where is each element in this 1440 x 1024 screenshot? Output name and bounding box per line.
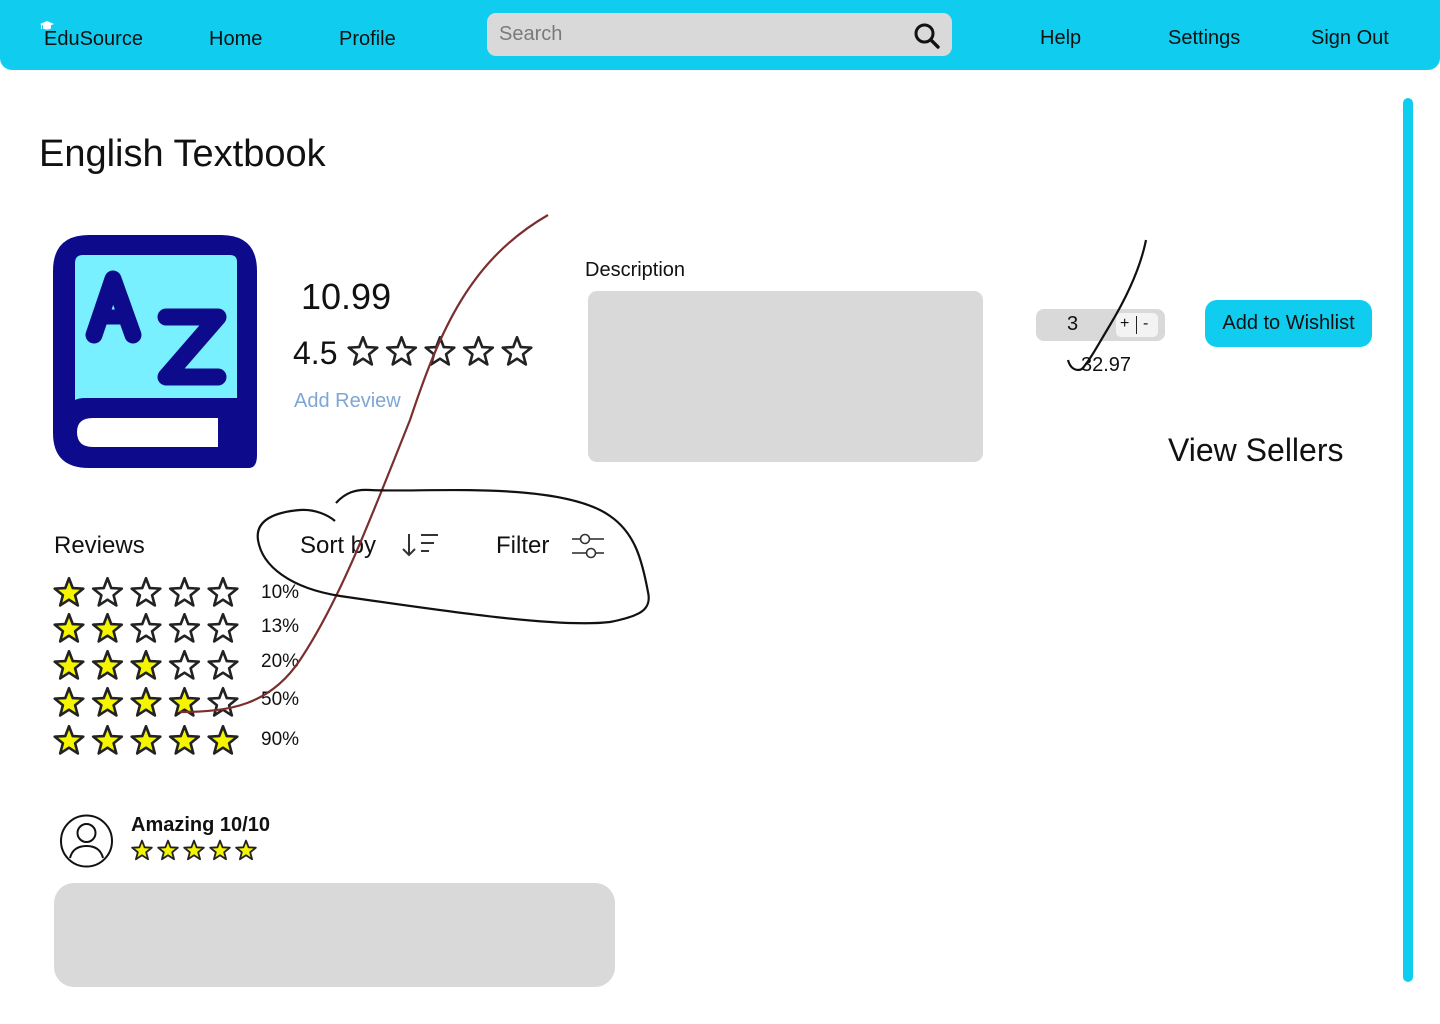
star-empty-icon <box>168 576 201 607</box>
star-filled-icon <box>53 612 85 643</box>
search-input[interactable] <box>487 13 899 56</box>
description-box <box>588 291 983 462</box>
star-filled-icon <box>130 649 162 680</box>
star-empty-icon <box>207 686 239 717</box>
rating-percent: 50% <box>261 689 300 710</box>
star-empty-icon <box>207 576 239 607</box>
rating-percent: 13% <box>261 616 300 637</box>
nav-home[interactable]: Home <box>209 27 262 51</box>
search-bar <box>487 13 952 56</box>
star-filled-icon <box>91 724 124 755</box>
description-label: Description <box>585 259 686 281</box>
star-empty-icon <box>207 649 239 680</box>
rating-percent: 90% <box>261 729 300 750</box>
view-sellers-link[interactable]: View Sellers <box>1168 431 1343 469</box>
quantity-value[interactable]: 3 <box>1067 312 1078 336</box>
star-filled-icon <box>157 839 179 861</box>
stars-graphic <box>131 839 257 861</box>
star-filled-icon <box>91 612 124 643</box>
filter-button[interactable]: Filter <box>496 532 549 560</box>
star-filled-icon <box>131 839 153 861</box>
rating-percent: 20% <box>261 651 300 672</box>
logo-text[interactable]: EduSource <box>44 27 143 51</box>
user-avatar-icon <box>60 814 113 868</box>
star-empty-icon <box>207 612 239 643</box>
sort-by-button[interactable]: Sort by <box>300 532 376 560</box>
star-filled-icon <box>91 649 124 680</box>
divider <box>1136 316 1137 334</box>
star-empty-icon <box>130 612 162 643</box>
page-title: English Textbook <box>39 133 326 175</box>
book-az-icon <box>53 235 257 468</box>
stars-graphic <box>53 686 239 717</box>
star-filled-icon <box>183 839 205 861</box>
star-empty-icon <box>168 612 201 643</box>
stars-graphic <box>53 612 239 643</box>
star-empty-icon <box>91 576 124 607</box>
nav-profile[interactable]: Profile <box>339 27 396 51</box>
rating-filter-row[interactable] <box>53 649 239 686</box>
scrollbar[interactable] <box>1403 98 1413 982</box>
star-filled-icon <box>53 724 85 755</box>
star-empty-icon <box>424 335 456 366</box>
rating-filter-row[interactable] <box>53 724 239 761</box>
rating-filter-row[interactable] <box>53 612 239 649</box>
star-filled-icon <box>91 686 124 717</box>
sliders-icon[interactable] <box>571 531 605 561</box>
star-filled-icon <box>53 686 85 717</box>
star-empty-icon <box>168 649 201 680</box>
quantity-plus-button[interactable]: + <box>1120 314 1129 334</box>
nav-sign-out[interactable]: Sign Out <box>1311 26 1389 50</box>
search-icon[interactable] <box>913 22 941 50</box>
star-empty-icon <box>385 335 418 366</box>
review-stars <box>131 839 257 866</box>
star-empty-icon <box>462 335 495 366</box>
review-text-box <box>54 883 615 987</box>
product-price: 10.99 <box>301 276 392 317</box>
star-filled-icon <box>53 649 85 680</box>
review-title: Amazing 10/10 <box>131 814 270 836</box>
star-filled-icon <box>130 686 162 717</box>
add-review-link[interactable]: Add Review <box>294 389 401 413</box>
add-to-wishlist-button[interactable]: Add to Wishlist <box>1205 300 1372 347</box>
stars-graphic <box>53 724 239 755</box>
star-filled-icon <box>207 724 239 755</box>
star-filled-icon <box>235 839 257 861</box>
star-empty-icon <box>130 576 162 607</box>
stars-graphic <box>53 649 239 680</box>
reviews-label: Reviews <box>54 532 145 559</box>
star-empty-icon <box>347 335 379 366</box>
rating-percent: 10% <box>261 582 300 603</box>
stars-graphic <box>53 576 239 607</box>
star-filled-icon <box>168 686 201 717</box>
nav-settings[interactable]: Settings <box>1168 26 1240 50</box>
rating-value: 4.5 <box>293 335 338 371</box>
star-filled-icon <box>209 839 231 861</box>
rating-stars <box>347 335 533 372</box>
star-filled-icon <box>168 724 201 755</box>
sort-descending-icon[interactable] <box>401 532 441 558</box>
star-empty-icon <box>501 335 533 366</box>
star-filled-icon <box>130 724 162 755</box>
subtotal-value: 32.97 <box>1081 354 1132 376</box>
stars-graphic <box>347 335 533 366</box>
annotation-check-stroke <box>1066 239 1148 372</box>
quantity-minus-button[interactable]: - <box>1143 314 1148 334</box>
rating-filter-row[interactable] <box>53 686 239 723</box>
star-filled-icon <box>53 576 85 607</box>
rating-filter-row[interactable] <box>53 576 239 613</box>
nav-help[interactable]: Help <box>1040 26 1081 50</box>
